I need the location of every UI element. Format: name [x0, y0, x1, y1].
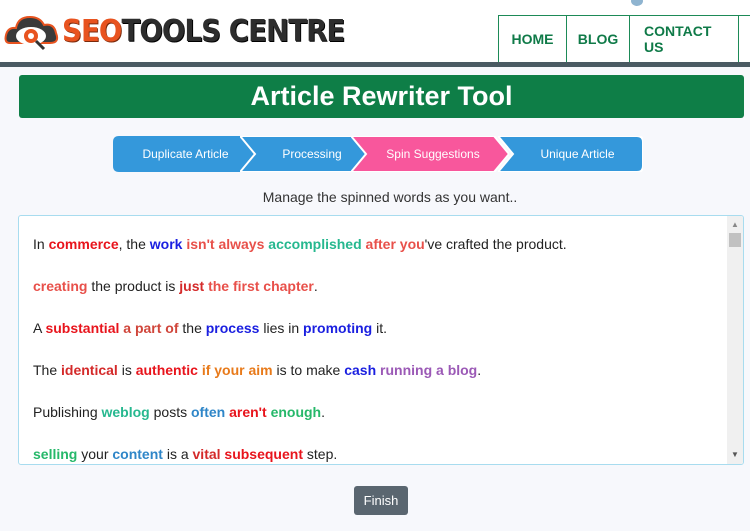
spin-word[interactable]: often	[191, 404, 225, 420]
header-divider	[0, 62, 750, 67]
logo-text-rest: TOOLS CENTRE	[121, 13, 345, 49]
plain-text: posts	[149, 404, 191, 420]
spin-word[interactable]: running a blog	[380, 362, 477, 378]
nav-more[interactable]	[738, 15, 750, 62]
spin-word[interactable]: isn't always	[186, 236, 264, 252]
instructions-text: Manage the spinned words as you want..	[262, 189, 518, 205]
spin-word[interactable]: enough	[271, 404, 322, 420]
logo-text: SEOTOOLS CENTRE	[62, 13, 345, 49]
editor-paragraph: Publishing weblog posts often aren't eno…	[33, 402, 723, 444]
spin-word[interactable]: substantial	[45, 320, 119, 336]
editor-scrollbar[interactable]: ▲ ▼	[727, 216, 743, 464]
plain-text: Publishing	[33, 404, 102, 420]
spin-word[interactable]: aren't	[229, 404, 267, 420]
editor-paragraph: A substantial a part of the process lies…	[33, 318, 723, 360]
plain-text: is to make	[272, 362, 345, 378]
site-logo[interactable]: SEOTOOLS CENTRE	[4, 8, 369, 54]
spin-word[interactable]: work	[150, 236, 183, 252]
scroll-down-arrow-icon[interactable]: ▼	[727, 449, 743, 461]
logo-text-seo: SEO	[62, 13, 122, 49]
site-header: SEOTOOLS CENTRE HOME BLOG CONTACT US	[0, 0, 750, 62]
plain-text: it.	[372, 320, 388, 336]
plain-text: In	[33, 236, 49, 252]
plain-text: .	[321, 404, 325, 420]
plain-text: .	[477, 362, 482, 378]
plain-text: is	[117, 362, 136, 378]
plain-text: step.	[303, 446, 338, 462]
step-label: Unique Article	[540, 147, 615, 161]
plain-text: the	[178, 320, 206, 336]
step-label: Spin Suggestions	[386, 147, 480, 161]
plain-text: , the	[118, 236, 150, 252]
spin-editor[interactable]: In commerce, the work isn't always accom…	[18, 215, 744, 465]
editor-paragraph: creating the product is just the first c…	[33, 276, 723, 318]
nav-home[interactable]: HOME	[498, 15, 566, 62]
progress-steps: Duplicate Article Processing Spin Sugges…	[113, 136, 643, 172]
step-label: Processing	[282, 147, 342, 161]
spin-word[interactable]: commerce	[49, 236, 119, 252]
plain-text: 've crafted the product.	[424, 236, 567, 252]
spin-word[interactable]: cash	[344, 362, 376, 378]
page-title: Article Rewriter Tool	[19, 75, 744, 118]
step-label: Duplicate Article	[142, 147, 229, 161]
spin-word[interactable]: selling	[33, 446, 77, 462]
plain-text: the product is	[87, 278, 180, 294]
spin-word[interactable]: creating	[33, 278, 87, 294]
plain-text: is a	[162, 446, 193, 462]
step-unique-article: Unique Article	[498, 136, 643, 172]
cloud-eye-logo-icon	[4, 9, 60, 53]
spin-word[interactable]: subsequent	[224, 446, 303, 462]
spin-word[interactable]: just	[179, 278, 204, 294]
spin-word[interactable]: the first chapter	[208, 278, 314, 294]
spin-word[interactable]: a part of	[123, 320, 178, 336]
nav-contact-us[interactable]: CONTACT US	[629, 15, 738, 62]
spin-word[interactable]: identical	[61, 362, 118, 378]
plain-text: A	[33, 320, 46, 336]
editor-content: In commerce, the work isn't always accom…	[33, 234, 723, 464]
spin-word[interactable]: process	[206, 320, 260, 336]
finish-button[interactable]: Finish	[354, 486, 408, 515]
spin-word[interactable]: vital	[193, 446, 221, 462]
plain-text: The	[33, 362, 62, 378]
info-icon[interactable]	[631, 0, 643, 6]
plain-text: .	[313, 278, 318, 294]
editor-paragraph: selling your content is a vital subseque…	[33, 444, 723, 464]
spin-word[interactable]: promoting	[303, 320, 372, 336]
main-nav: HOME BLOG CONTACT US	[498, 15, 750, 62]
step-duplicate-article: Duplicate Article	[113, 136, 258, 172]
spin-word[interactable]: authentic	[136, 362, 198, 378]
step-spin-suggestions: Spin Suggestions	[351, 136, 509, 172]
plain-text: lies in	[259, 320, 304, 336]
nav-blog[interactable]: BLOG	[566, 15, 629, 62]
spin-word[interactable]: content	[112, 446, 163, 462]
plain-text: your	[77, 446, 113, 462]
scroll-up-arrow-icon[interactable]: ▲	[727, 219, 743, 231]
scroll-thumb[interactable]	[729, 233, 741, 247]
spin-word[interactable]: accomplished	[268, 236, 361, 252]
spin-word[interactable]: weblog	[102, 404, 150, 420]
spin-word[interactable]: after you	[366, 236, 425, 252]
spin-word[interactable]: if your aim	[202, 362, 273, 378]
editor-paragraph: In commerce, the work isn't always accom…	[33, 234, 723, 276]
editor-paragraph: The identical is authentic if your aim i…	[33, 360, 723, 402]
